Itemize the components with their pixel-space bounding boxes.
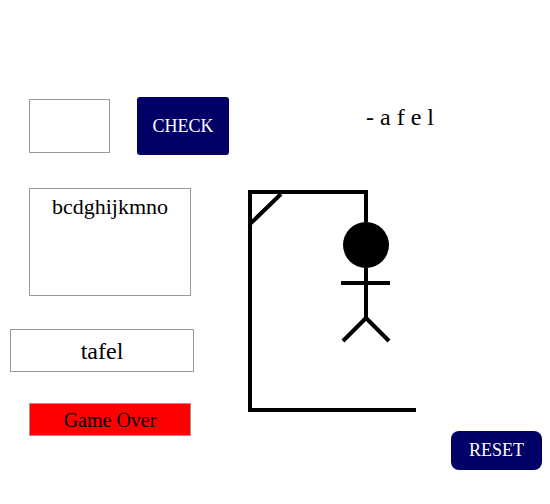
- word-display: - a f e l: [366, 103, 434, 131]
- reset-button[interactable]: RESET: [451, 431, 542, 470]
- game-over-banner: Game Over: [29, 403, 191, 436]
- check-button[interactable]: CHECK: [137, 97, 229, 155]
- guess-input[interactable]: [29, 99, 110, 153]
- wrong-letters-box: bcdghijkmno: [29, 188, 191, 296]
- hangman-drawing: [248, 190, 420, 414]
- answer-box: tafel: [10, 329, 194, 372]
- hangman-game: CHECK - a f e l bcdghijkmno tafel Game Over R…: [0, 0, 550, 504]
